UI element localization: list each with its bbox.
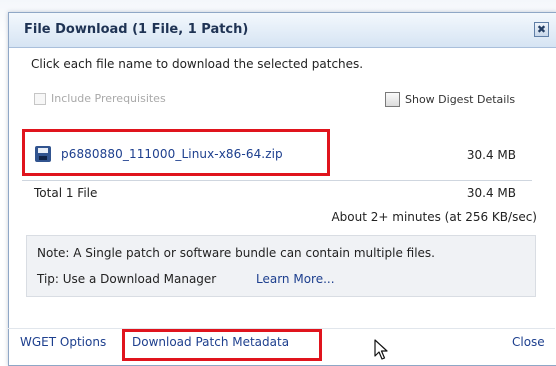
learn-more-link[interactable]: Learn More... bbox=[256, 272, 335, 286]
footer-divider bbox=[8, 328, 555, 329]
wget-options-link[interactable]: WGET Options bbox=[20, 335, 106, 349]
tip-text: Tip: Use a Download Manager bbox=[37, 272, 217, 286]
file-size: 30.4 MB bbox=[466, 148, 516, 162]
include-prerequisites-checkbox: Include Prerequisites bbox=[34, 92, 166, 105]
note-panel: Note: A Single patch or software bundle … bbox=[26, 235, 536, 297]
show-digest-details-label[interactable]: Show Digest Details bbox=[405, 93, 515, 106]
dialog-title: File Download (1 File, 1 Patch) bbox=[24, 22, 249, 37]
file-download-link[interactable]: p6880880_111000_Linux-x86-64.zip bbox=[61, 147, 283, 161]
instruction-text: Click each file name to download the sel… bbox=[31, 57, 364, 71]
total-files-label: Total 1 File bbox=[34, 186, 98, 200]
close-link[interactable]: Close bbox=[512, 335, 545, 349]
checkbox-box bbox=[34, 92, 46, 105]
mouse-cursor-icon bbox=[374, 339, 388, 360]
close-icon[interactable]: ✖ bbox=[534, 22, 549, 37]
dialog-titlebar: File Download (1 File, 1 Patch) ✖ bbox=[9, 13, 556, 48]
download-patch-metadata-link[interactable]: Download Patch Metadata bbox=[132, 335, 289, 349]
floppy-disk-icon bbox=[35, 146, 51, 162]
download-time-estimate: About 2+ minutes (at 256 KB/sec) bbox=[331, 210, 537, 224]
checkbox-box[interactable] bbox=[385, 92, 400, 107]
show-digest-details-checkbox[interactable]: Show Digest Details bbox=[385, 92, 515, 107]
divider bbox=[22, 180, 532, 181]
total-size: 30.4 MB bbox=[466, 186, 516, 200]
include-prerequisites-label: Include Prerequisites bbox=[51, 92, 166, 105]
note-text: Note: A Single patch or software bundle … bbox=[37, 246, 435, 260]
